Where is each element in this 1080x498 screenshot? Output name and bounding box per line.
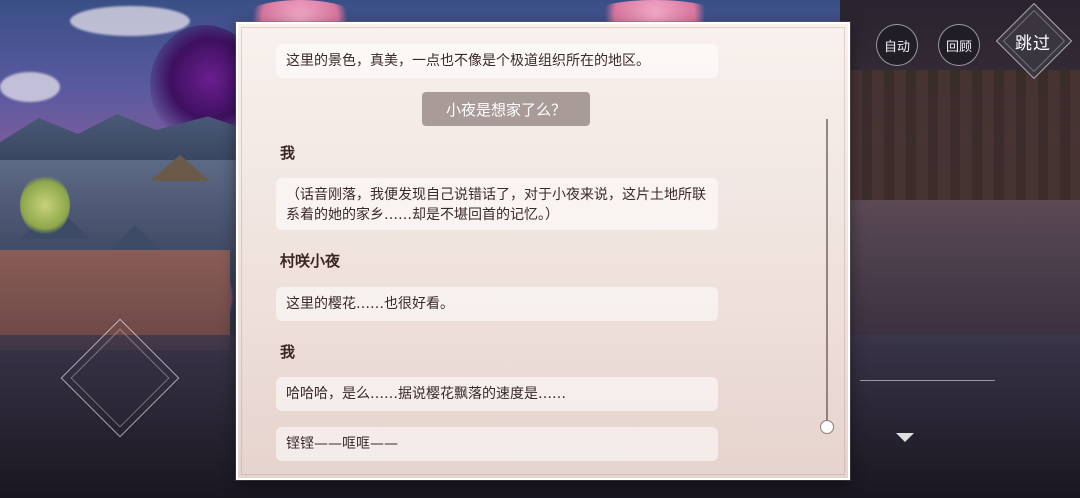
divider-line [860, 380, 995, 381]
triangle-down-icon[interactable] [896, 433, 914, 442]
speaker-name: 我 [280, 144, 296, 162]
backlog-line-3: 这里的樱花……也很好看。 [276, 287, 718, 321]
backlog-panel: 这里的景色，真美，一点也不像是个极道组织所在的地区。 小夜是想家了么？ 我 （话… [236, 22, 850, 480]
green-tree [20, 175, 70, 235]
speaker-name: 我 [280, 343, 296, 361]
auto-button[interactable]: 自动 [876, 24, 918, 66]
review-label: 回顾 [945, 39, 972, 55]
choice-selected: 小夜是想家了么？ [422, 92, 590, 126]
auto-label: 自动 [883, 39, 910, 55]
scrollbar-thumb[interactable] [820, 420, 834, 434]
backlog-line-4: 哈哈哈，是么……据说樱花飘落的速度是…… [276, 377, 718, 411]
backlog-line-5: 铿铿——哐哐—— [276, 427, 718, 461]
skip-label[interactable]: 跳过 [1005, 26, 1061, 56]
backlog-line-2: （话音刚落，我便发现自己说错话了，对于小夜来说，这片土地所联系着的她的家乡……却… [276, 178, 718, 230]
backlog-line-1: 这里的景色，真美，一点也不像是个极道组织所在的地区。 [276, 44, 718, 78]
right-wall-panel [840, 200, 1080, 340]
speaker-name: 村咲小夜 [280, 252, 341, 270]
cloud [0, 72, 60, 102]
scrollbar-track[interactable] [826, 119, 828, 425]
wooden-slats [840, 70, 1080, 200]
review-button[interactable]: 回顾 [938, 24, 980, 66]
cloud [70, 6, 190, 36]
